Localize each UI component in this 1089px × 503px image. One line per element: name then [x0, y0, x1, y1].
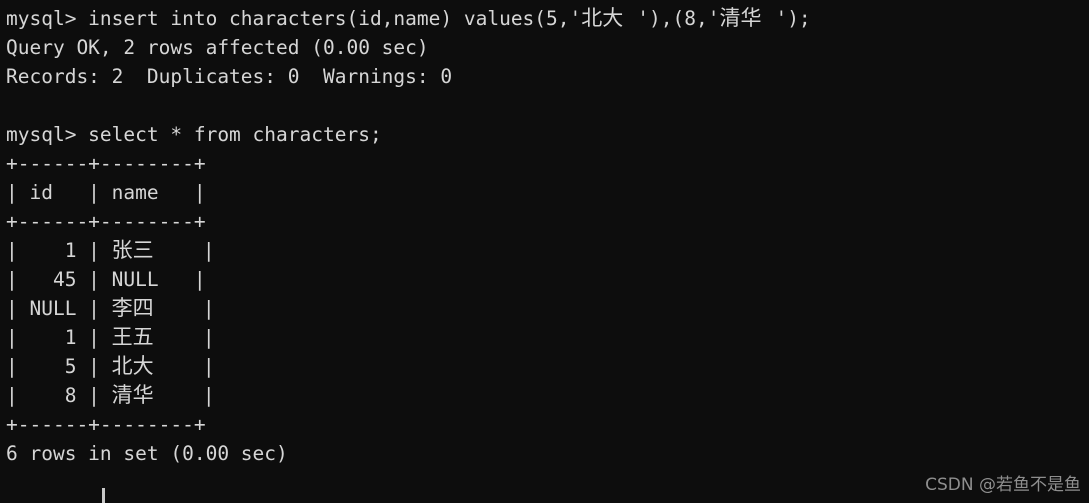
table-cell-id: | 8 | — [6, 384, 112, 407]
insert-command-mid: '),(8,' — [637, 7, 720, 30]
table-separator-header: +------+--------+ — [6, 210, 206, 233]
table-row-tail: | — [167, 384, 215, 407]
terminal-cursor — [102, 488, 105, 503]
table-cell-id: | 45 | — [6, 268, 112, 291]
insert-command-prefix: mysql> insert into characters(id,name) v… — [6, 7, 582, 30]
table-row: | NULL | 李四 | — [6, 294, 1089, 323]
table-cell-name: NULL — [111, 268, 159, 291]
table-row: | 1 | 张三 | — [6, 236, 1089, 265]
table-row-tail: | — [167, 239, 215, 262]
table-separator-bottom: +------+--------+ — [6, 413, 206, 436]
table-row-tail: | — [158, 268, 206, 291]
table-header-row: | id | name | — [6, 181, 206, 204]
table-cell-id: | NULL | — [6, 297, 112, 320]
terminal-line-records: Records: 2 Duplicates: 0 Warnings: 0 — [6, 65, 453, 88]
table-row: | 1 | 王五 | — [6, 323, 1089, 352]
insert-literal-beida: 北大 — [581, 6, 624, 30]
terminal-line-select-command: mysql> select * from characters; — [6, 123, 382, 146]
table-row-tail: | — [167, 297, 215, 320]
table-row: | 8 | 清华 | — [6, 381, 1089, 410]
table-cell-id: | 5 | — [6, 355, 112, 378]
table-cell-name: 王五 — [111, 325, 154, 349]
terminal-line-query-ok: Query OK, 2 rows affected (0.00 sec) — [6, 36, 429, 59]
terminal-line-insert-command: mysql> insert into characters(id,name) v… — [6, 4, 1089, 33]
insert-command-suffix: '); — [775, 7, 811, 30]
table-cell-name: 清华 — [111, 383, 154, 407]
terminal-window[interactable]: mysql> insert into characters(id,name) v… — [0, 0, 1089, 503]
table-row-tail: | — [167, 355, 215, 378]
table-cell-name: 张三 — [111, 238, 154, 262]
table-row: | 45 | NULL | — [6, 265, 1089, 294]
table-separator-top: +------+--------+ — [6, 152, 206, 175]
table-cell-name: 李四 — [111, 296, 154, 320]
table-cell-id: | 1 | — [6, 239, 112, 262]
table-row-tail: | — [167, 326, 215, 349]
table-cell-name: 北大 — [111, 354, 154, 378]
terminal-line-rows-in-set: 6 rows in set (0.00 sec) — [6, 442, 288, 465]
insert-literal-qinghua: 清华 — [719, 6, 762, 30]
watermark-label: CSDN @若鱼不是鱼 — [925, 475, 1081, 495]
table-cell-id: | 1 | — [6, 326, 112, 349]
table-row: | 5 | 北大 | — [6, 352, 1089, 381]
